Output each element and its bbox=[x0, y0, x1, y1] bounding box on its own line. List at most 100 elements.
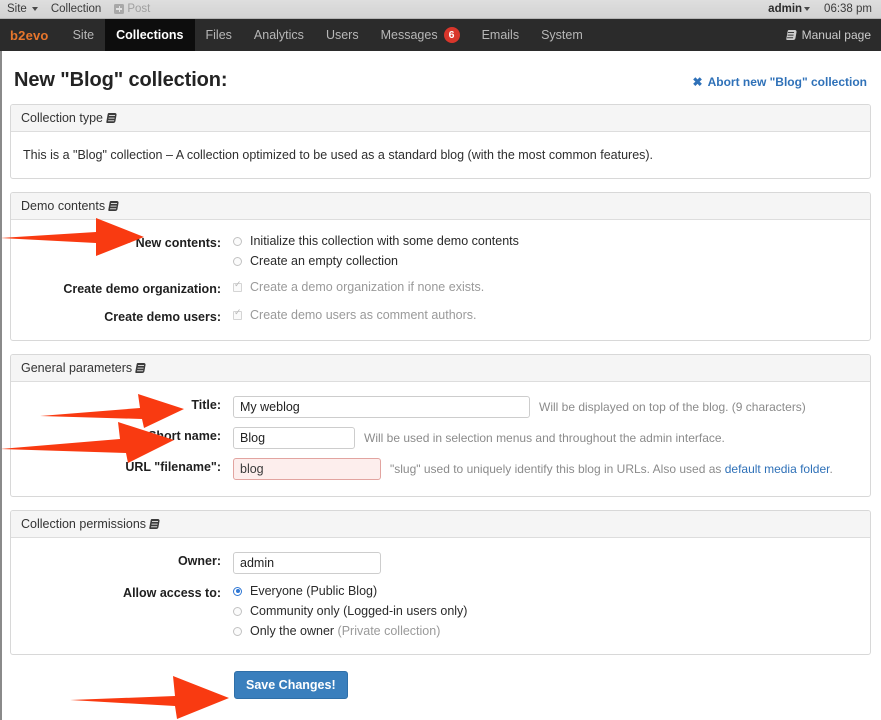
new-contents-label-text: New contents: bbox=[135, 236, 221, 250]
field-row-demo-organization: Create demo organization: Create a demo … bbox=[21, 280, 860, 297]
page-title: New "Blog" collection: bbox=[14, 69, 228, 91]
field-row-url-filename: URL "filename": "slug" used to uniquely … bbox=[21, 458, 860, 480]
os-menu-item-site-label: Site bbox=[7, 3, 27, 15]
plus-square-icon bbox=[114, 4, 125, 14]
nav-item-site[interactable]: Site bbox=[62, 19, 106, 51]
allow-access-options: Everyone (Public Blog) Community only (L… bbox=[233, 584, 860, 638]
panel-collection-permissions-body: Owner: Allow access to: Everyone (Public… bbox=[11, 538, 870, 654]
manual-page-label: Manual page bbox=[801, 28, 871, 42]
brand-logo[interactable]: b2evo bbox=[0, 19, 62, 51]
book-icon[interactable] bbox=[107, 113, 118, 123]
field-row-demo-users: Create demo users: Create demo users as … bbox=[21, 308, 860, 325]
book-icon[interactable] bbox=[136, 363, 147, 373]
collection-type-description: This is a "Blog" collection – A collecti… bbox=[23, 148, 654, 162]
os-menu-right-group: admin 06:38 pm bbox=[768, 3, 881, 15]
radio-initialize-demo-input[interactable] bbox=[233, 236, 242, 246]
radio-owner-only-label: Only the owner (Private collection) bbox=[250, 624, 440, 638]
default-media-folder-link[interactable]: default media folder bbox=[725, 462, 830, 476]
nav-item-emails[interactable]: Emails bbox=[471, 19, 531, 51]
nav-item-emails-label: Emails bbox=[481, 28, 520, 42]
radio-everyone-input[interactable] bbox=[233, 586, 242, 596]
os-menu-item-post[interactable]: Post bbox=[114, 3, 150, 15]
demo-users-control: Create demo users as comment authors. bbox=[233, 308, 860, 322]
radio-option-owner-only[interactable]: Only the owner (Private collection) bbox=[233, 624, 440, 638]
url-filename-hint: "slug" used to uniquely identify this bl… bbox=[390, 462, 833, 476]
nav-item-files[interactable]: Files bbox=[195, 19, 243, 51]
page-header: New "Blog" collection: ✖ Abort new "Blog… bbox=[10, 51, 871, 104]
radio-community-label: Community only (Logged-in users only) bbox=[250, 604, 468, 618]
panel-general-parameters-title: General parameters bbox=[21, 361, 133, 375]
panel-general-parameters: General parameters Title: Will be displa… bbox=[10, 354, 871, 497]
book-icon[interactable] bbox=[150, 519, 161, 529]
nav-item-users[interactable]: Users bbox=[315, 19, 370, 51]
os-menu-bar: Site Collection Post admin 06:38 pm bbox=[0, 0, 881, 19]
title-label: Title: bbox=[191, 398, 221, 412]
url-filename-label: URL "filename": bbox=[125, 460, 221, 474]
radio-initialize-demo-label: Initialize this collection with some dem… bbox=[250, 234, 519, 248]
os-user-menu[interactable]: admin bbox=[768, 3, 811, 15]
owner-input[interactable] bbox=[233, 552, 381, 574]
title-input[interactable] bbox=[233, 396, 530, 418]
field-row-owner: Owner: bbox=[21, 552, 860, 574]
panel-collection-permissions-title: Collection permissions bbox=[21, 517, 147, 531]
radio-owner-only-main: Only the owner bbox=[250, 624, 338, 638]
nav-item-files-label: Files bbox=[205, 28, 232, 42]
panel-collection-permissions-header: Collection permissions bbox=[11, 511, 870, 538]
url-filename-control: "slug" used to uniquely identify this bl… bbox=[233, 458, 860, 480]
panel-demo-contents-body: * New contents: Initialize this collecti… bbox=[11, 220, 870, 340]
radio-empty-collection-input[interactable] bbox=[233, 256, 242, 266]
short-name-hint: Will be used in selection menus and thro… bbox=[364, 431, 725, 445]
os-menu-left-group: Site Collection Post bbox=[0, 3, 150, 15]
book-icon bbox=[787, 30, 798, 40]
field-row-new-contents: * New contents: Initialize this collecti… bbox=[21, 234, 860, 268]
nav-item-messages[interactable]: Messages 6 bbox=[370, 19, 471, 51]
demo-organization-label: Create demo organization: bbox=[63, 282, 221, 296]
panel-collection-type: Collection type This is a "Blog" collect… bbox=[10, 104, 871, 179]
radio-option-community[interactable]: Community only (Logged-in users only) bbox=[233, 604, 467, 618]
demo-organization-control: Create a demo organization if none exist… bbox=[233, 280, 860, 294]
short-name-input[interactable] bbox=[233, 427, 355, 449]
messages-badge: 6 bbox=[443, 27, 460, 43]
radio-option-everyone[interactable]: Everyone (Public Blog) bbox=[233, 584, 377, 598]
short-name-control: Will be used in selection menus and thro… bbox=[233, 427, 860, 449]
caret-down-icon bbox=[31, 7, 38, 11]
main-navbar: b2evo Site Collections Files Analytics U… bbox=[0, 19, 881, 51]
nav-item-collections-label: Collections bbox=[116, 28, 184, 42]
url-filename-hint-tail: . bbox=[829, 462, 833, 476]
os-menu-item-site[interactable]: Site bbox=[7, 3, 38, 15]
abort-new-collection-link[interactable]: ✖ Abort new "Blog" collection bbox=[693, 75, 869, 89]
owner-label: Owner: bbox=[177, 554, 221, 568]
demo-users-label: Create demo users: bbox=[104, 310, 221, 324]
new-contents-options: Initialize this collection with some dem… bbox=[233, 234, 860, 268]
radio-empty-collection-label: Create an empty collection bbox=[250, 254, 398, 268]
os-clock: 06:38 pm bbox=[824, 3, 872, 15]
panel-collection-type-title: Collection type bbox=[21, 111, 103, 125]
panel-demo-contents-header: Demo contents bbox=[11, 193, 870, 220]
radio-everyone-label: Everyone (Public Blog) bbox=[250, 584, 378, 598]
close-icon: ✖ bbox=[692, 75, 703, 89]
nav-item-collections[interactable]: Collections bbox=[105, 19, 195, 51]
nav-item-analytics[interactable]: Analytics bbox=[243, 19, 315, 51]
form-footer: Save Changes! bbox=[10, 668, 871, 699]
radio-owner-only-input[interactable] bbox=[233, 626, 242, 636]
manual-page-link[interactable]: Manual page bbox=[783, 19, 881, 51]
panel-demo-contents: Demo contents * New contents: Initialize… bbox=[10, 192, 871, 341]
panel-collection-type-header: Collection type bbox=[11, 105, 870, 132]
nav-item-messages-label: Messages bbox=[380, 28, 438, 42]
os-menu-item-collection[interactable]: Collection bbox=[51, 3, 102, 15]
nav-item-users-label: Users bbox=[325, 28, 359, 42]
radio-community-input[interactable] bbox=[233, 606, 242, 616]
owner-control bbox=[233, 552, 860, 574]
nav-item-system[interactable]: System bbox=[530, 19, 594, 51]
field-row-allow-access: Allow access to: Everyone (Public Blog) … bbox=[21, 584, 860, 638]
page-content: New "Blog" collection: ✖ Abort new "Blog… bbox=[0, 51, 881, 720]
save-changes-button[interactable]: Save Changes! bbox=[234, 671, 348, 699]
radio-option-empty-collection[interactable]: Create an empty collection bbox=[233, 254, 398, 268]
nav-item-system-label: System bbox=[541, 28, 583, 42]
panel-collection-type-body: This is a "Blog" collection – A collecti… bbox=[11, 132, 870, 178]
caret-down-icon bbox=[804, 7, 811, 11]
url-filename-input[interactable] bbox=[233, 458, 381, 480]
radio-option-initialize-demo[interactable]: Initialize this collection with some dem… bbox=[233, 234, 519, 248]
book-icon[interactable] bbox=[109, 201, 120, 211]
os-menu-item-collection-label: Collection bbox=[50, 3, 102, 15]
